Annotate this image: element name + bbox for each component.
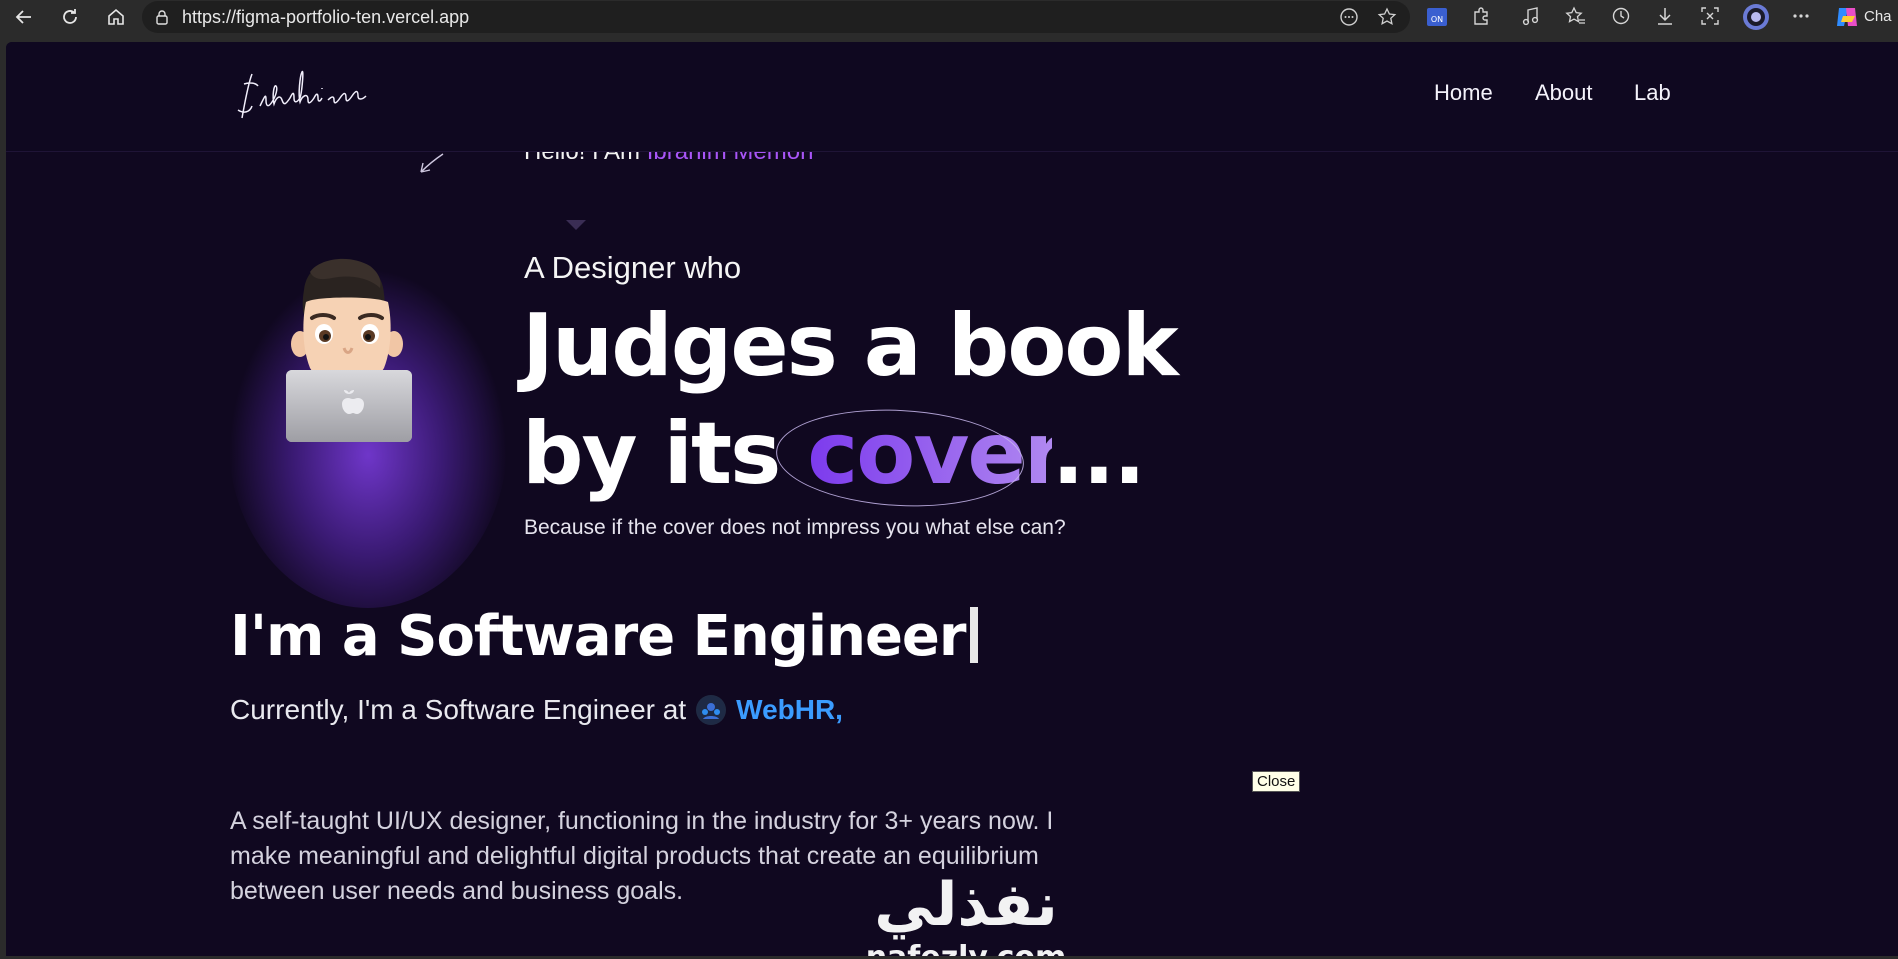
page-viewport: Home About Lab Hello! I Am Ibrahim Memon (6, 42, 1898, 956)
role-heading: I'm a Software Engineer (230, 604, 978, 669)
company-logo-icon (696, 695, 727, 725)
extensions-puzzle-icon[interactable] (1468, 5, 1494, 29)
close-tooltip[interactable]: Close (1252, 771, 1301, 792)
current-prefix: Currently, I'm a Software Engineer at (230, 694, 687, 725)
hero-eyebrow: A Designer who (524, 250, 742, 285)
headline-line-2-suffix: ... (1051, 404, 1146, 504)
history-icon[interactable] (1608, 5, 1634, 29)
current-position: Currently, I'm a Software Engineer at We… (230, 694, 843, 726)
copilot-icon[interactable]: Cha (1834, 5, 1898, 29)
favorite-star-icon[interactable] (1376, 6, 1398, 28)
media-icon[interactable] (1518, 5, 1544, 29)
company-link[interactable]: WebHR, (736, 694, 843, 726)
watermark: نفذلي nafezly.com (846, 870, 1086, 956)
lock-icon[interactable] (154, 9, 170, 25)
site-header: Home About Lab (6, 42, 1898, 152)
favorites-icon[interactable] (1562, 5, 1588, 29)
screenshot-icon[interactable] (1697, 5, 1723, 29)
back-icon[interactable] (2, 0, 46, 34)
more-icon[interactable] (1788, 5, 1814, 29)
refresh-icon[interactable] (48, 0, 92, 34)
hero-tagline: Because if the cover does not impress yo… (524, 516, 1066, 539)
extension-on-icon[interactable]: ON (1424, 5, 1450, 29)
nav-lab[interactable]: Lab (1634, 80, 1671, 106)
typing-cursor (969, 607, 978, 663)
profile-label: Cha (1864, 8, 1892, 25)
nav-home[interactable]: Home (1434, 80, 1493, 106)
profile-icon[interactable] (1742, 3, 1769, 30)
reader-mode-icon[interactable] (1338, 6, 1360, 28)
address-bar[interactable]: https://figma-portfolio-ten.vercel.app (142, 1, 1410, 33)
svg-text:ON: ON (1431, 15, 1443, 24)
watermark-latin: nafezly.com (846, 940, 1086, 956)
role-text: I'm a Software Engineer (230, 604, 967, 669)
headline-line-1: Judges a book (522, 296, 1179, 396)
browser-toolbar: https://figma-portfolio-ten.vercel.app O… (0, 0, 1898, 34)
memoji-avatar (276, 252, 426, 442)
nav-about[interactable]: About (1535, 80, 1593, 106)
home-icon[interactable] (94, 0, 138, 34)
url-text[interactable]: https://figma-portfolio-ten.vercel.app (182, 7, 469, 28)
headline-line-2-prefix: by its (522, 404, 808, 504)
caret-down-icon (566, 220, 586, 230)
signature-logo[interactable] (230, 66, 400, 126)
download-icon[interactable] (1652, 5, 1678, 29)
watermark-arabic: نفذلي (874, 870, 1058, 940)
arrow-doodle-icon (411, 140, 451, 176)
